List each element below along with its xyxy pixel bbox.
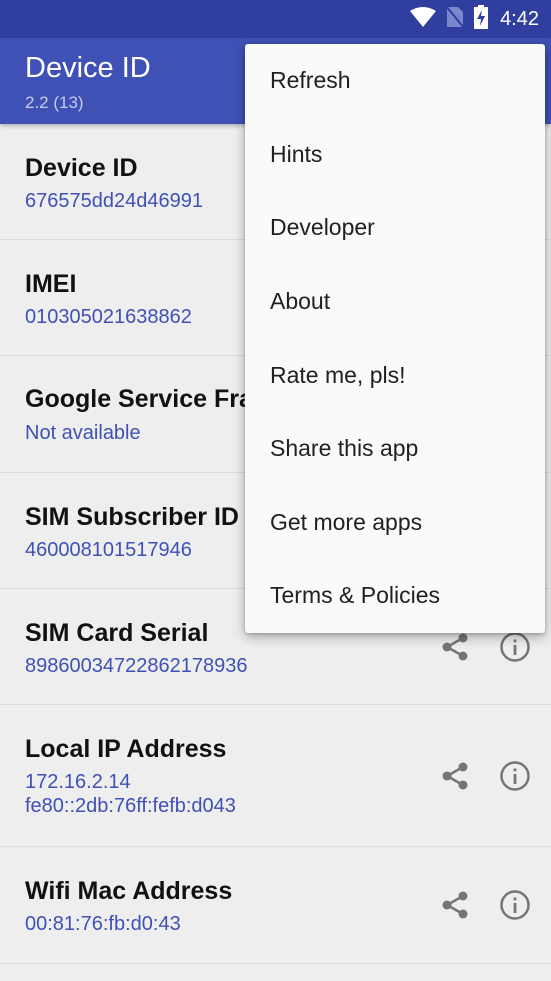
row-title: SIM Card Serial (25, 619, 209, 647)
row-value: 89860034722862178936 (25, 655, 248, 677)
menu-item-about[interactable]: About (245, 265, 545, 339)
status-icons: 4:42 (410, 0, 539, 38)
menu-item-refresh[interactable]: Refresh (245, 44, 545, 118)
info-icon[interactable] (499, 631, 531, 663)
menu-item-rate[interactable]: Rate me, pls! (245, 338, 545, 412)
row-title: Local IP Address (25, 735, 227, 763)
list-item-local-ip-address[interactable]: Local IP Address 172.16.2.14 fe80::2db:7… (0, 705, 551, 847)
row-actions (439, 760, 531, 792)
share-icon[interactable] (439, 889, 471, 921)
row-title: Device ID (25, 154, 138, 182)
info-icon[interactable] (499, 889, 531, 921)
info-icon[interactable] (499, 760, 531, 792)
menu-item-share-app[interactable]: Share this app (245, 412, 545, 486)
share-icon[interactable] (439, 631, 471, 663)
row-value: 676575dd24d46991 (25, 190, 203, 212)
wifi-icon (410, 6, 437, 32)
row-value: 010305021638862 (25, 306, 192, 328)
overflow-menu: Refresh Hints Developer About Rate me, p… (245, 44, 545, 633)
menu-item-terms-policies[interactable]: Terms & Policies (245, 559, 545, 633)
row-title: IMEI (25, 270, 77, 298)
share-icon[interactable] (439, 760, 471, 792)
menu-item-developer[interactable]: Developer (245, 191, 545, 265)
status-bar: 4:42 (0, 0, 551, 38)
status-time: 4:42 (500, 7, 539, 30)
app-version: 2.2 (13) (25, 93, 84, 112)
battery-charging-icon (474, 4, 489, 34)
row-value: 172.16.2.14 fe80::2db:76ff:fefb:d043 (25, 771, 236, 817)
row-value: 00:81:76:fb:d0:43 (25, 913, 181, 935)
row-value: Not available (25, 422, 141, 444)
menu-item-hints[interactable]: Hints (245, 118, 545, 192)
row-title: SIM Subscriber ID (25, 503, 239, 531)
no-sim-icon (445, 4, 465, 33)
app-title: Device ID (25, 52, 151, 84)
row-actions (439, 889, 531, 921)
row-value: 460008101517946 (25, 539, 192, 561)
menu-item-more-apps[interactable]: Get more apps (245, 486, 545, 560)
list-item-wifi-mac-address[interactable]: Wifi Mac Address 00:81:76:fb:d0:43 (0, 847, 551, 964)
row-actions (439, 631, 531, 663)
row-title: Wifi Mac Address (25, 877, 233, 905)
